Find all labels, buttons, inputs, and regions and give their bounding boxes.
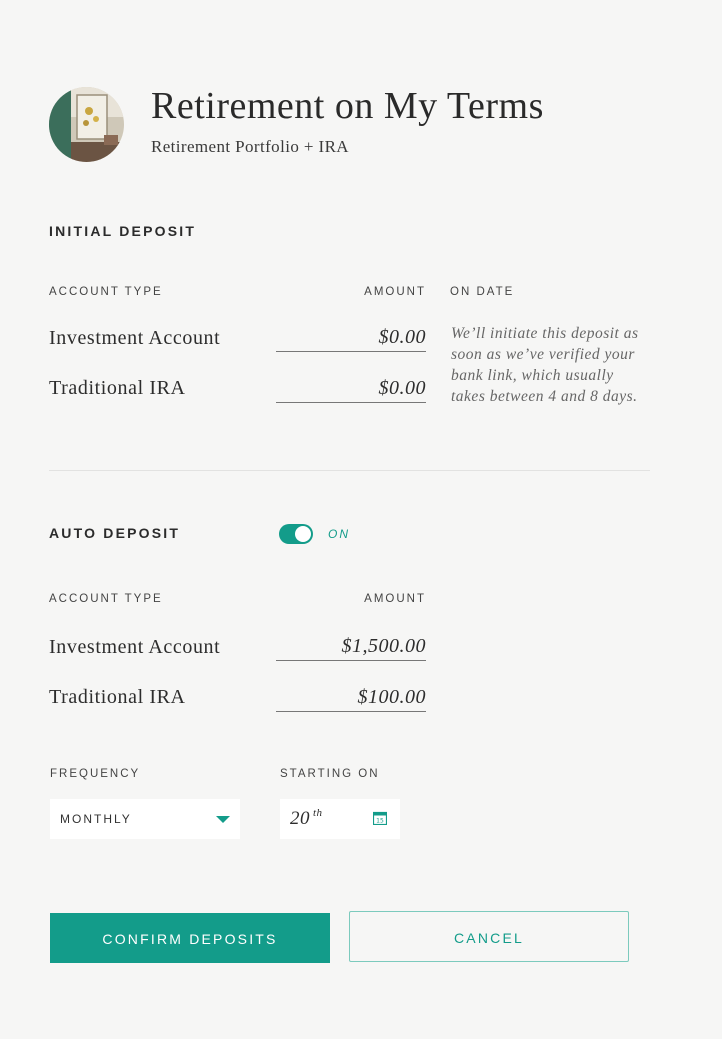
frequency-select[interactable]: MONTHLY	[50, 799, 240, 839]
auto-row-ira-label: Traditional IRA	[49, 686, 186, 708]
initial-deposit-heading: INITIAL DEPOSIT	[49, 223, 197, 239]
col-on-date: ON DATE	[450, 286, 515, 298]
col-amount: AMOUNT	[364, 286, 426, 298]
toggle-state-label: ON	[328, 527, 350, 541]
auto-col-account-type: ACCOUNT TYPE	[49, 593, 163, 605]
calendar-icon[interactable]: 15	[373, 811, 387, 825]
auto-row-investment-label: Investment Account	[49, 636, 221, 658]
avatar-photo	[49, 87, 124, 162]
section-divider	[49, 470, 650, 471]
auto-ira-amount-input[interactable]: $100.00	[276, 683, 426, 712]
auto-deposit-heading: AUTO DEPOSIT	[49, 525, 181, 541]
initial-investment-amount-input[interactable]: $0.00	[276, 323, 426, 352]
cancel-button[interactable]: CANCEL	[349, 911, 629, 962]
starting-day-number: 20	[290, 808, 310, 829]
avatar	[49, 87, 124, 162]
calendar-icon-day: 15	[376, 818, 384, 825]
starting-date-picker[interactable]: 20th 15	[280, 799, 400, 839]
auto-deposit-toggle[interactable]	[279, 524, 313, 544]
frequency-label: FREQUENCY	[50, 768, 141, 780]
starting-on-label: STARTING ON	[280, 768, 380, 780]
starting-day-value: 20th	[290, 807, 323, 830]
initial-ira-amount-input[interactable]: $0.00	[276, 374, 426, 403]
col-account-type: ACCOUNT TYPE	[49, 286, 163, 298]
toggle-knob	[295, 526, 311, 542]
deposit-timing-note: We’ll initiate this deposit as soon as w…	[451, 325, 639, 405]
confirm-deposits-button[interactable]: CONFIRM DEPOSITS	[50, 913, 330, 963]
page-subtitle: Retirement Portfolio + IRA	[151, 137, 349, 156]
auto-investment-amount-input[interactable]: $1,500.00	[276, 632, 426, 661]
initial-row-investment-label: Investment Account	[49, 327, 221, 349]
chevron-down-icon	[216, 816, 230, 823]
auto-col-amount: AMOUNT	[364, 593, 426, 605]
starting-day-suffix: th	[313, 807, 323, 819]
initial-row-ira-label: Traditional IRA	[49, 377, 186, 399]
page-title: Retirement on My Terms	[151, 85, 544, 127]
frequency-value: MONTHLY	[60, 812, 132, 826]
